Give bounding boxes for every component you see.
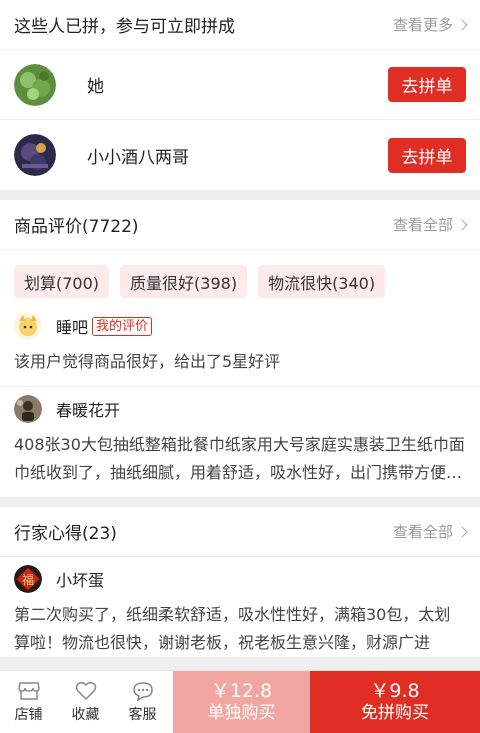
favorite-button[interactable]: 收藏 <box>57 671 114 733</box>
group-leader-name: 她 <box>87 77 104 97</box>
join-group-button[interactable]: 去拼单 <box>388 67 466 102</box>
chevron-right-icon <box>456 218 468 231</box>
review-item[interactable]: 睡吧 我的评价 该用户觉得商品很好，给出了5星好评 <box>0 304 480 387</box>
chevron-right-icon <box>456 525 468 538</box>
group-leader-name: 小小酒八两哥 <box>87 147 189 168</box>
view-all-reviews-link[interactable]: 查看全部 <box>392 214 468 235</box>
review-header: 福 小坏蛋 <box>14 557 466 601</box>
review-item[interactable]: 福 小坏蛋 第二次购买了，纸细柔软舒适，吸水性性好，满箱30包，太划算啦！物流也… <box>0 557 480 657</box>
buy-group-button[interactable]: ￥9.8 免拼购买 <box>310 671 480 733</box>
review-tag[interactable]: 划算(700) <box>14 265 110 298</box>
my-review-badge: 我的评价 <box>92 316 153 336</box>
group-row: 小小酒八两哥 去拼单 <box>0 120 480 190</box>
review-header: 春暖花开 <box>14 387 466 431</box>
group-buy-title: 这些人已拼，参与可立即拼成 <box>14 17 235 37</box>
review-tags: 划算(700) 质量很好(398) 物流很快(340) <box>0 250 480 304</box>
avatar[interactable] <box>14 134 56 176</box>
group-buy-label: 免拼购买 <box>361 703 429 723</box>
expert-section: 行家心得(23) 查看全部 福 小坏蛋 第二次购买了，纸细柔软舒适，吸水性性好，… <box>0 507 480 657</box>
customer-service-button[interactable]: 客服 <box>114 671 171 733</box>
favorite-label: 收藏 <box>71 706 100 723</box>
view-all-label: 查看全部 <box>392 523 453 541</box>
single-buy-label: 单独购买 <box>207 703 276 723</box>
chevron-right-icon <box>456 18 468 31</box>
view-more-groups-link[interactable]: 查看更多 <box>392 14 468 35</box>
expert-title: 行家心得(23) <box>14 524 117 544</box>
product-detail-page: 这些人已拼，参与可立即拼成 查看更多 她 去拼单 小小酒八两哥 去拼单 商品评价… <box>0 0 480 733</box>
customer-service-label: 客服 <box>128 706 157 723</box>
store-icon <box>17 681 40 700</box>
group-buy-header: 这些人已拼，参与可立即拼成 查看更多 <box>0 0 480 50</box>
store-label: 店铺 <box>14 706 43 723</box>
review-text: 408张30大包抽纸整箱批餐巾纸家用大号家庭实惠装卫生纸巾面巾纸收到了，抽纸细腻… <box>14 435 465 482</box>
store-button[interactable]: 店铺 <box>0 671 57 733</box>
reviewer-name: 小坏蛋 <box>56 571 105 590</box>
avatar <box>14 395 42 423</box>
bottom-action-bar: 店铺 收藏 客服 ￥12.8 单独购买 ￥9.8 免拼购买 <box>0 670 480 733</box>
view-all-label: 查看全部 <box>392 216 453 234</box>
single-price: ￥12.8 <box>210 680 273 702</box>
reviews-title: 商品评价(7722) <box>14 217 139 237</box>
avatar[interactable] <box>14 63 56 106</box>
join-group-button[interactable]: 去拼单 <box>388 137 466 173</box>
buy-single-button[interactable]: ￥12.8 单独购买 <box>173 671 310 733</box>
review-tag[interactable]: 物流很快(340) <box>258 265 386 298</box>
group-row: 她 去拼单 <box>0 50 480 120</box>
avatar <box>14 312 42 340</box>
review-text: 第二次购买了，纸细柔软舒适，吸水性性好，满箱30包，太划算啦！物流也很快，谢谢老… <box>14 605 451 652</box>
reviewer-name: 睡吧 <box>56 318 89 337</box>
avatar: 福 <box>14 565 42 593</box>
reviews-header: 商品评价(7722) 查看全部 <box>0 200 480 250</box>
expert-header: 行家心得(23) 查看全部 <box>0 507 480 557</box>
chat-icon <box>132 681 153 701</box>
heart-icon <box>75 681 96 700</box>
review-item[interactable]: 春暖花开 408张30大包抽纸整箱批餐巾纸家用大号家庭实惠装卫生纸巾面巾纸收到了… <box>0 387 480 497</box>
view-more-label: 查看更多 <box>392 16 453 34</box>
review-header: 睡吧 我的评价 <box>14 304 466 348</box>
avatar-glyph: 福 <box>22 572 34 587</box>
review-text: 该用户觉得商品很好，给出了5星好评 <box>14 352 281 371</box>
group-buy-section: 这些人已拼，参与可立即拼成 查看更多 她 去拼单 小小酒八两哥 去拼单 <box>0 0 480 190</box>
view-all-expert-link[interactable]: 查看全部 <box>392 521 468 542</box>
review-tag[interactable]: 质量很好(398) <box>120 265 248 298</box>
group-price: ￥9.8 <box>370 680 420 702</box>
reviewer-name: 春暖花开 <box>56 401 121 420</box>
reviews-section: 商品评价(7722) 查看全部 划算(700) 质量很好(398) 物流很快(3… <box>0 200 480 497</box>
